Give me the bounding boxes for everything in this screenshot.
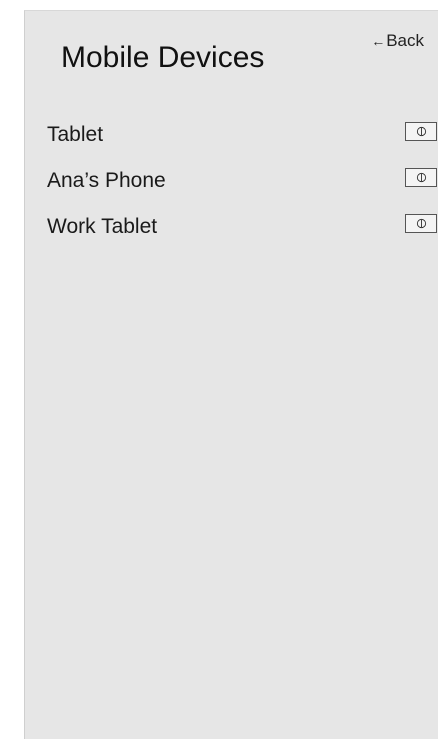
device-list: Tablet Ana’s Phone Work Tablet [47,119,437,257]
device-name: Ana’s Phone [47,169,166,192]
list-item-anas-phone: Ana’s Phone [47,165,437,197]
mobile-devices-panel: Mobile Devices ←Back Tablet Ana’s Phone [24,10,438,739]
back-button[interactable]: ←Back [371,31,424,51]
back-label: Back [386,31,424,50]
power-icon [416,218,426,229]
device-power-button[interactable] [405,214,437,233]
back-arrow-icon: ← [371,33,386,49]
device-power-button[interactable] [405,122,437,141]
list-item-tablet: Tablet [47,119,437,151]
power-icon [416,172,426,183]
device-name: Work Tablet [47,215,158,238]
page-title: Mobile Devices [61,41,265,74]
device-power-button[interactable] [405,168,437,187]
device-name: Tablet [47,123,104,146]
list-item-work-tablet: Work Tablet [47,211,437,243]
power-icon [416,126,426,137]
